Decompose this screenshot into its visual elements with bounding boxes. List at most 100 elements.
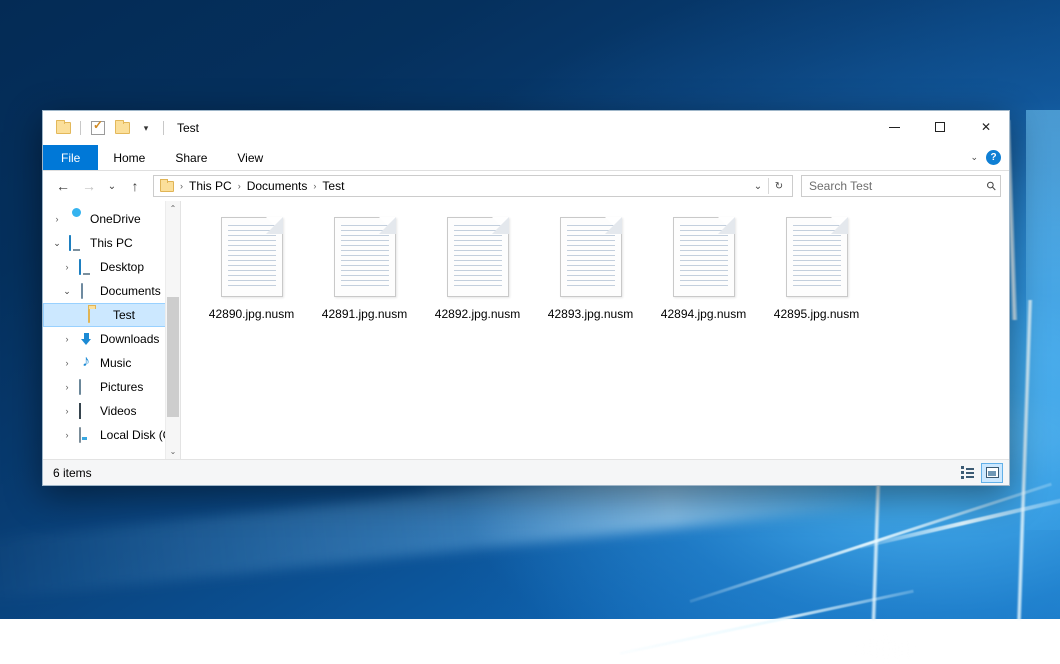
tab-file[interactable]: File	[43, 145, 98, 170]
tab-view[interactable]: View	[222, 145, 278, 170]
qat-divider-2	[163, 121, 164, 135]
qat-divider-1	[80, 121, 81, 135]
window-body: › OneDrive ⌄ This PC › Desktop ⌄ Documen…	[43, 201, 1009, 459]
details-view-button[interactable]	[956, 463, 978, 483]
sidebar-item-desktop[interactable]: › Desktop	[43, 255, 180, 279]
file-name: 42890.jpg.nusm	[209, 307, 294, 321]
sidebar-item-onedrive[interactable]: › OneDrive	[43, 207, 180, 231]
file-name: 42893.jpg.nusm	[548, 307, 633, 321]
back-button[interactable]: ←	[51, 175, 75, 197]
breadcrumb-documents[interactable]: Documents	[244, 179, 311, 193]
address-bar[interactable]: › This PC › Documents › Test ⌄ ↻	[153, 175, 793, 197]
window-controls: ✕	[871, 111, 1009, 143]
sidebar-item-local-disk[interactable]: › Local Disk (C:)	[43, 423, 180, 447]
chevron-right-icon[interactable]: ›	[59, 406, 75, 416]
forward-button: →	[77, 175, 101, 197]
breadcrumb-separator-2: ›	[311, 181, 318, 191]
folder-icon	[88, 308, 105, 323]
chevron-right-icon[interactable]: ›	[49, 214, 65, 224]
chevron-down-icon[interactable]: ⌄	[49, 238, 65, 249]
video-icon	[79, 404, 96, 419]
monitor-icon	[79, 260, 96, 275]
address-history-icon[interactable]: ⌄	[748, 176, 768, 196]
properties-icon[interactable]	[88, 118, 108, 138]
sidebar-item-pictures[interactable]: › Pictures	[43, 375, 180, 399]
up-button[interactable]: ↑	[123, 175, 147, 197]
minimize-button[interactable]	[871, 111, 917, 143]
quick-access-toolbar: ▾	[43, 118, 167, 138]
help-icon[interactable]: ?	[986, 150, 1001, 165]
scroll-up-arrow-icon[interactable]: ⌃	[166, 201, 180, 216]
address-folder-icon	[160, 181, 174, 192]
file-item[interactable]: 42894.jpg.nusm	[647, 215, 760, 321]
file-name: 42895.jpg.nusm	[774, 307, 859, 321]
sidebar-item-documents[interactable]: ⌄ Documents	[43, 279, 180, 303]
sidebar-scrollbar[interactable]: ⌃ ⌄	[165, 201, 180, 459]
chevron-right-icon[interactable]: ›	[59, 334, 75, 344]
sidebar-item-label: Test	[113, 308, 135, 322]
chevron-right-icon[interactable]: ›	[59, 430, 75, 440]
title-bar: ▾ Test ✕	[43, 111, 1009, 145]
generic-document-icon	[221, 217, 283, 297]
file-item[interactable]: 42895.jpg.nusm	[760, 215, 873, 321]
generic-document-icon	[334, 217, 396, 297]
sidebar-item-label: OneDrive	[90, 212, 141, 226]
sidebar-item-test[interactable]: Test	[43, 303, 180, 327]
generic-document-icon	[673, 217, 735, 297]
sidebar-item-label: Documents	[100, 284, 161, 298]
sidebar-item-this-pc[interactable]: ⌄ This PC	[43, 231, 180, 255]
chevron-right-icon[interactable]: ›	[59, 358, 75, 368]
search-input[interactable]: Search Test ⚲	[801, 175, 1001, 197]
item-count-label: 6 items	[53, 466, 92, 480]
chevron-right-icon[interactable]: ›	[59, 382, 75, 392]
window-title: Test	[177, 121, 199, 135]
breadcrumb: › This PC › Documents › Test	[178, 179, 748, 193]
tab-share[interactable]: Share	[160, 145, 222, 170]
breadcrumb-this-pc[interactable]: This PC	[186, 179, 235, 193]
folder-icon[interactable]	[53, 118, 73, 138]
file-item[interactable]: 42891.jpg.nusm	[308, 215, 421, 321]
recent-locations-button[interactable]: ⌄	[103, 175, 121, 197]
generic-document-icon	[786, 217, 848, 297]
breadcrumb-separator-0: ›	[178, 181, 185, 191]
sidebar-item-label: Downloads	[100, 332, 159, 346]
refresh-icon[interactable]: ↻	[769, 176, 789, 196]
breadcrumb-test[interactable]: Test	[319, 179, 347, 193]
cloud-icon	[69, 212, 86, 227]
ribbon-right-controls: ⌄ ?	[970, 145, 1009, 170]
sidebar-item-videos[interactable]: › Videos	[43, 399, 180, 423]
monitor-icon	[69, 236, 86, 251]
chevron-down-icon[interactable]: ⌄	[59, 286, 75, 297]
wallpaper-beam-intersection-glow	[856, 634, 916, 664]
chevron-right-icon[interactable]: ›	[59, 262, 75, 272]
large-icons-view-button[interactable]	[981, 463, 1003, 483]
search-placeholder: Search Test	[809, 179, 987, 193]
sidebar-item-label: Desktop	[100, 260, 144, 274]
music-icon	[79, 356, 96, 371]
new-folder-icon[interactable]	[112, 118, 132, 138]
breadcrumb-separator-1: ›	[236, 181, 243, 191]
document-icon	[79, 284, 96, 299]
file-grid: 42890.jpg.nusm 42891.jpg.nusm 42892.jpg.…	[195, 215, 1009, 321]
file-explorer-window: ▾ Test ✕ File Home Share View ⌄ ? ← → ⌄ …	[42, 110, 1010, 486]
scroll-down-arrow-icon[interactable]: ⌄	[166, 444, 180, 459]
maximize-button[interactable]	[917, 111, 963, 143]
file-list-view[interactable]: 42890.jpg.nusm 42891.jpg.nusm 42892.jpg.…	[181, 201, 1009, 459]
close-button[interactable]: ✕	[963, 111, 1009, 143]
sidebar-item-music[interactable]: › Music	[43, 351, 180, 375]
file-item[interactable]: 42893.jpg.nusm	[534, 215, 647, 321]
generic-document-icon	[447, 217, 509, 297]
file-name: 42891.jpg.nusm	[322, 307, 407, 321]
sidebar-item-downloads[interactable]: › Downloads	[43, 327, 180, 351]
picture-icon	[79, 380, 96, 395]
customize-chevron-icon[interactable]: ▾	[136, 118, 156, 138]
file-item[interactable]: 42890.jpg.nusm	[195, 215, 308, 321]
disk-icon	[79, 428, 96, 443]
sidebar-item-label: Pictures	[100, 380, 143, 394]
scrollbar-thumb[interactable]	[167, 297, 179, 417]
address-bar-row: ← → ⌄ ↑ › This PC › Documents › Test ⌄ ↻…	[43, 171, 1009, 201]
view-mode-buttons	[956, 463, 1003, 483]
chevron-down-icon[interactable]: ⌄	[970, 152, 978, 163]
tab-home[interactable]: Home	[98, 145, 160, 170]
file-item[interactable]: 42892.jpg.nusm	[421, 215, 534, 321]
